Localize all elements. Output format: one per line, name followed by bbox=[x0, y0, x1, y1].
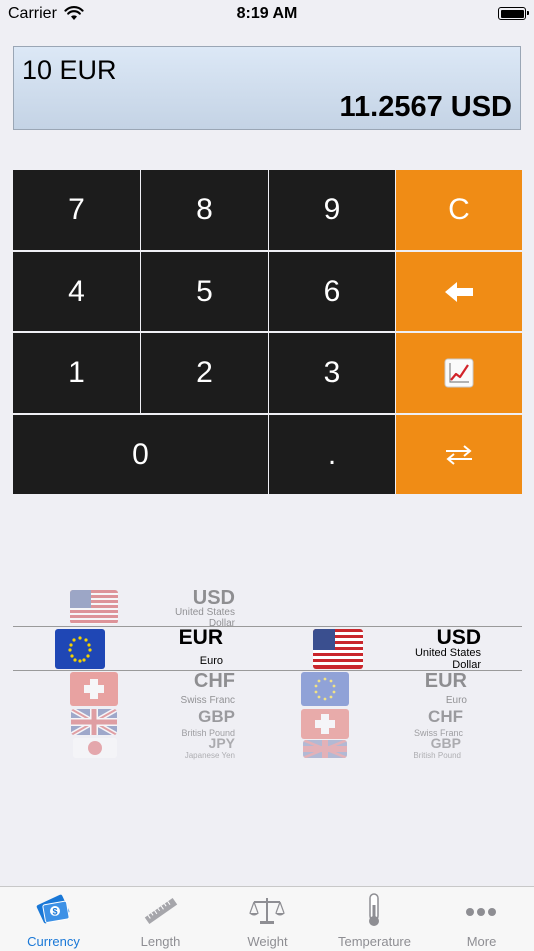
chart-button[interactable] bbox=[396, 333, 522, 413]
thermometer-icon bbox=[369, 893, 379, 926]
key-label: 5 bbox=[196, 274, 213, 308]
back-arrow-icon bbox=[445, 281, 473, 302]
currency-icon: $ bbox=[36, 894, 70, 924]
key-8[interactable]: 8 bbox=[141, 170, 268, 250]
tab-label: Currency bbox=[27, 934, 80, 949]
tab-label: Length bbox=[140, 934, 181, 949]
currency-pickers: USD United States Dollar EUR Euro CHF Sw… bbox=[13, 585, 522, 765]
key-3[interactable]: 3 bbox=[269, 333, 395, 413]
battery-icon bbox=[498, 7, 529, 20]
key-label: 6 bbox=[323, 274, 341, 308]
tab-more[interactable]: More bbox=[428, 887, 534, 951]
key-label: 3 bbox=[323, 356, 341, 389]
key-4[interactable]: 4 bbox=[13, 252, 140, 331]
tab-currency[interactable]: $ Currency bbox=[0, 887, 107, 951]
tab-bar: $ Currency Length Weight Temperature Mor… bbox=[0, 886, 534, 951]
picker-row-chf[interactable]: CHF Swiss Franc bbox=[153, 671, 235, 707]
swap-icon bbox=[446, 444, 472, 465]
eu-flag-icon bbox=[55, 629, 105, 669]
svg-text:$: $ bbox=[52, 907, 57, 917]
tab-label: Temperature bbox=[338, 934, 411, 949]
key-label: . bbox=[327, 437, 337, 471]
chart-icon bbox=[444, 358, 474, 388]
key-label: 1 bbox=[68, 356, 85, 389]
status-bar: Carrier 8:19 AM bbox=[0, 0, 534, 28]
key-label: 4 bbox=[68, 274, 85, 308]
keypad: 7 8 9 C 4 5 6 1 2 3 0 . bbox=[13, 170, 522, 494]
picker-row-usd[interactable]: USD United States Dollar bbox=[153, 588, 235, 629]
picker-row-jpy[interactable]: JPY Japanese Yen bbox=[153, 736, 235, 760]
backspace-button[interactable] bbox=[396, 252, 522, 331]
key-9[interactable]: 9 bbox=[269, 170, 395, 250]
key-label: 8 bbox=[196, 193, 213, 226]
key-label: 0 bbox=[132, 437, 149, 471]
tab-temperature[interactable]: Temperature bbox=[321, 887, 428, 951]
clear-button[interactable]: C bbox=[396, 170, 522, 250]
key-1[interactable]: 1 bbox=[13, 333, 140, 413]
picker-row-usd-selected[interactable]: USD United States Dollar bbox=[409, 627, 481, 671]
us-flag-icon bbox=[313, 629, 363, 669]
key-5[interactable]: 5 bbox=[141, 252, 268, 331]
picker-row-eur[interactable]: EUR Euro bbox=[399, 671, 467, 707]
picker-row-gbp[interactable]: GBP British Pound bbox=[153, 708, 235, 738]
conversion-display: 10 EUR 11.2567 USD bbox=[13, 46, 521, 130]
japan-flag-icon bbox=[73, 738, 117, 758]
clock: 8:19 AM bbox=[236, 5, 298, 22]
key-decimal[interactable]: . bbox=[269, 415, 395, 494]
tab-length[interactable]: Length bbox=[107, 887, 214, 951]
key-label: 9 bbox=[323, 193, 341, 226]
swap-button[interactable] bbox=[396, 415, 522, 494]
scale-icon bbox=[249, 898, 285, 924]
tab-weight[interactable]: Weight bbox=[214, 887, 321, 951]
key-2[interactable]: 2 bbox=[141, 333, 268, 413]
eu-flag-icon bbox=[301, 672, 349, 706]
uk-flag-icon bbox=[71, 709, 117, 735]
more-icon bbox=[466, 908, 496, 916]
tab-label: Weight bbox=[247, 934, 288, 949]
us-flag-icon bbox=[70, 590, 118, 624]
key-label: 7 bbox=[68, 193, 85, 226]
uk-flag-icon bbox=[303, 740, 347, 758]
picker-row-gbp[interactable]: GBP British Pound bbox=[393, 736, 461, 760]
key-label: C bbox=[448, 193, 470, 226]
swiss-flag-icon bbox=[301, 709, 349, 739]
key-6[interactable]: 6 bbox=[269, 252, 395, 331]
key-0[interactable]: 0 bbox=[13, 415, 268, 494]
key-label: 2 bbox=[196, 356, 213, 389]
picker-row-chf[interactable]: CHF Swiss Franc bbox=[399, 708, 463, 738]
tab-label: More bbox=[466, 934, 497, 949]
picker-row-eur-selected[interactable]: EUR Euro bbox=[153, 627, 223, 668]
input-value: 10 EUR bbox=[22, 55, 117, 85]
ruler-icon bbox=[144, 897, 178, 925]
result-value: 11.2567 USD bbox=[339, 91, 512, 123]
swiss-flag-icon bbox=[70, 672, 118, 706]
key-7[interactable]: 7 bbox=[13, 170, 140, 250]
